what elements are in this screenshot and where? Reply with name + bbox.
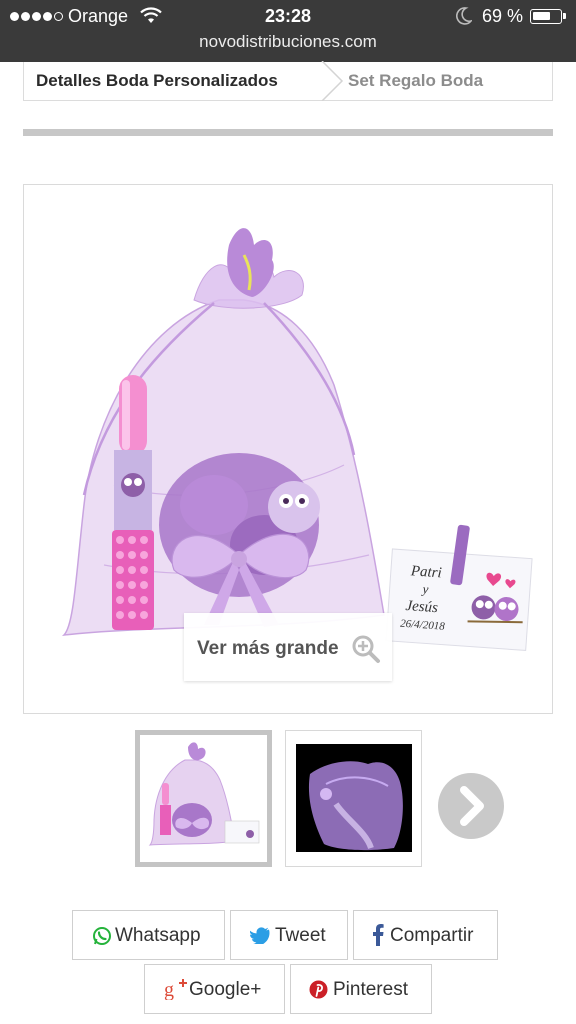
share-tweet-label: Tweet: [275, 925, 326, 946]
battery-icon: [530, 9, 566, 24]
battery-percentage: 69 %: [482, 6, 524, 26]
share-pinterest-button[interactable]: Pinterest: [290, 964, 432, 1014]
twitter-icon: [250, 927, 270, 944]
card-name: Patri: [409, 563, 442, 581]
pinterest-icon: [309, 980, 328, 999]
next-thumbnail-button[interactable]: [438, 773, 504, 839]
thumbnail-1-image: [148, 742, 260, 846]
svg-text:g: g: [164, 979, 174, 1000]
share-whatsapp-button[interactable]: Whatsapp: [72, 910, 225, 960]
product-main-image[interactable]: Patri y Jesús 26/4/2018 Ver más grande: [23, 184, 553, 714]
zoom-in-icon: [352, 635, 380, 663]
product-thumbnail-1[interactable]: [135, 730, 272, 867]
product-thumbnail-2[interactable]: [285, 730, 422, 867]
card-name2: Jesús: [405, 598, 439, 616]
view-larger-button[interactable]: Ver más grande: [184, 613, 392, 681]
breadcrumb-separator-icon: [321, 61, 344, 101]
thumbnail-2-image: [296, 744, 412, 852]
do-not-disturb-icon: [456, 7, 472, 25]
view-larger-label: Ver más grande: [197, 638, 339, 659]
google-plus-icon: g: [164, 979, 187, 1000]
address-bar-url[interactable]: novodistribuciones.com: [0, 32, 576, 52]
status-bar: Orange 23:28 69 % novodistribuciones.com: [0, 0, 576, 62]
facebook-icon: [373, 924, 384, 946]
section-divider: [23, 129, 553, 136]
share-whatsapp-label: Whatsapp: [115, 925, 201, 946]
share-tweet-button[interactable]: Tweet: [230, 910, 348, 960]
breadcrumb-item-current: Set Regalo Boda: [348, 71, 484, 90]
breadcrumb: Detalles Boda Personalizados Set Regalo …: [23, 61, 553, 101]
share-pinterest-label: Pinterest: [333, 979, 408, 1000]
chevron-right-icon: [460, 786, 484, 826]
share-facebook-button[interactable]: Compartir: [353, 910, 498, 960]
share-google-button[interactable]: g Google+: [144, 964, 285, 1014]
share-google-label: Google+: [189, 979, 262, 1000]
whatsapp-icon: [93, 927, 111, 945]
breadcrumb-item-detalles-boda[interactable]: Detalles Boda Personalizados: [36, 71, 278, 91]
share-facebook-label: Compartir: [390, 925, 474, 946]
